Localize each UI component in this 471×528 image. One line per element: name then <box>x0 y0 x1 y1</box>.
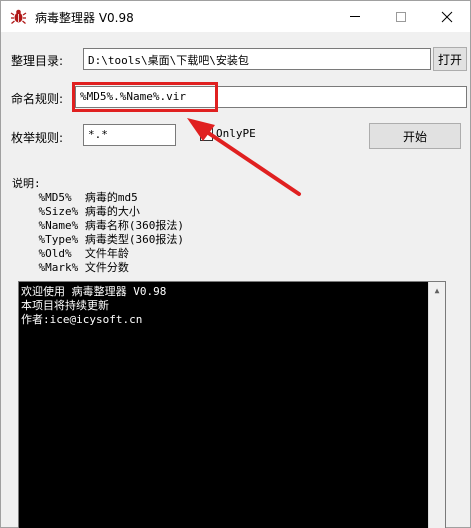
minimize-icon <box>350 16 360 17</box>
close-icon <box>441 11 453 22</box>
note-line: %Type% 病毒类型(360报法) <box>12 233 184 246</box>
window-title: 病毒整理器 V0.98 <box>35 11 134 25</box>
dir-label: 整理目录: <box>11 54 64 68</box>
notes-panel: 说明: %MD5% 病毒的md5 %Size% 病毒的大小 %Name% 病毒名… <box>12 177 184 275</box>
maximize-icon <box>396 11 406 22</box>
note-line: %Name% 病毒名称(360报法) <box>12 219 184 232</box>
maximize-button[interactable] <box>378 1 424 32</box>
note-line: %MD5% 病毒的md5 <box>12 191 138 204</box>
enum-rule-label: 枚举规则: <box>11 131 64 145</box>
note-line: %Size% 病毒的大小 <box>12 205 140 218</box>
scroll-up-icon[interactable]: ▲ <box>429 282 445 299</box>
minimize-button[interactable] <box>332 1 378 32</box>
onlype-label[interactable]: OnlyPE <box>216 127 256 140</box>
console-line: 作者:ice@icysoft.cn <box>21 313 143 326</box>
note-line: %Mark% 文件分数 <box>12 261 129 274</box>
title-bar[interactable]: 病毒整理器 V0.98 <box>1 1 470 32</box>
console-output[interactable]: 欢迎使用 病毒整理器 V0.98 本项目将持续更新 作者:ice@icysoft… <box>18 281 446 528</box>
bug-icon <box>10 9 27 24</box>
console-line: 本项目将持续更新 <box>21 299 109 312</box>
app-window: 病毒整理器 V0.98 整理目录: D:\tools\桌面\下载吧\安装包 打开… <box>0 0 471 528</box>
enum-rule-input[interactable]: *.* <box>83 124 176 146</box>
onlype-checkbox[interactable] <box>200 128 213 141</box>
name-rule-label: 命名规则: <box>11 92 64 106</box>
console-line: 欢迎使用 病毒整理器 V0.98 <box>21 285 167 298</box>
note-line: %Old% 文件年龄 <box>12 247 129 260</box>
close-button[interactable] <box>424 1 470 32</box>
open-button[interactable]: 打开 <box>433 47 467 71</box>
start-button[interactable]: 开始 <box>369 123 461 149</box>
highlight-box <box>72 82 218 112</box>
console-scrollbar[interactable]: ▲ <box>428 282 445 528</box>
notes-heading: 说明: <box>12 177 41 190</box>
dir-input[interactable]: D:\tools\桌面\下载吧\安装包 <box>83 48 431 70</box>
